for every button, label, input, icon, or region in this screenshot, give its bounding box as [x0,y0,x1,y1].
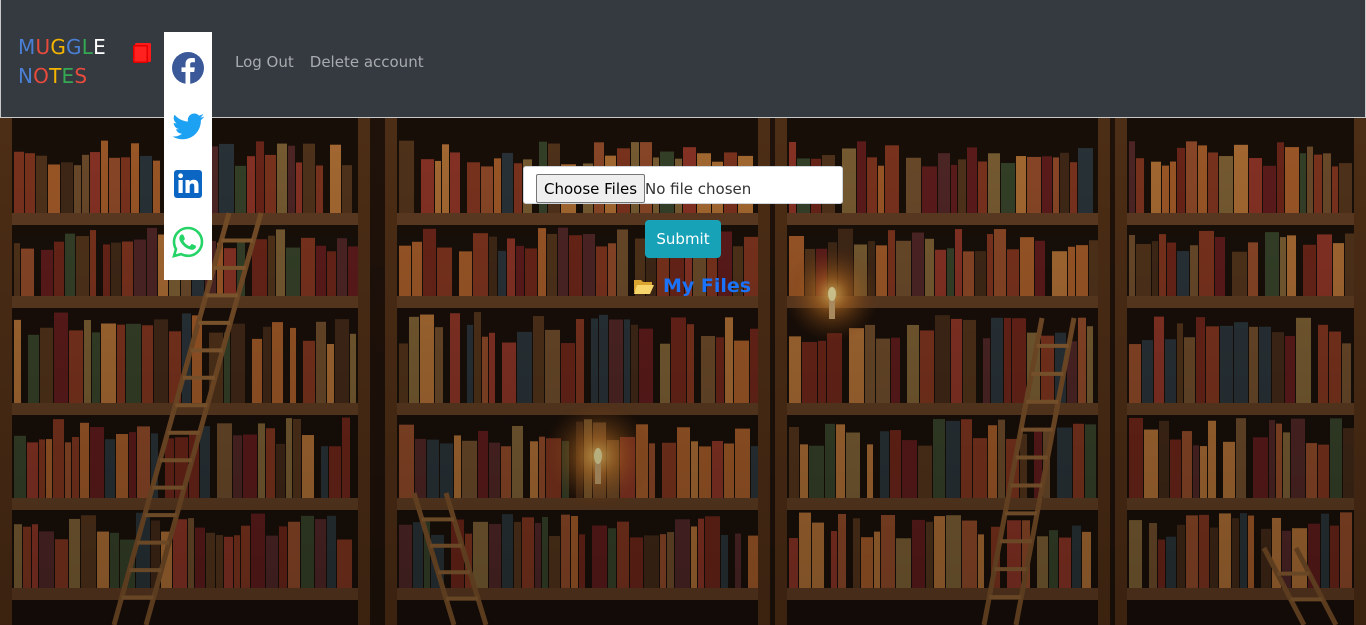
linkedin-icon [174,170,202,198]
brand-notes-letter: O [33,64,50,88]
book-icon [133,43,151,63]
my-files-label: My Files [663,275,752,297]
choose-files-button[interactable]: Choose Files [536,174,646,203]
brand-muggle-letter: G [50,35,67,59]
my-files-link[interactable]: My Files [633,275,751,297]
logout-link[interactable]: Log Out [235,53,294,71]
whatsapp-icon [172,226,204,258]
brand-muggle-letter: L [81,35,94,59]
brand-logo[interactable]: MUGGLE NOTES [18,33,106,91]
brand-muggle-letter: U [35,35,51,59]
open-folder-icon [634,280,654,294]
brand-notes-letter: S [74,64,88,88]
brand-line-1: MUGGLE [18,33,106,62]
facebook-share-button[interactable] [171,51,205,85]
brand-notes-letter: T [49,64,62,88]
brand-muggle-letter: M [18,35,36,59]
delete-account-link[interactable]: Delete account [310,53,424,71]
brand-notes-letter: N [18,64,34,88]
submit-button[interactable]: Submit [645,220,721,258]
whatsapp-share-button[interactable] [171,225,205,259]
brand-muggle-letter: G [66,35,82,59]
social-share-bar [164,32,212,280]
nav-links: Log Out Delete account [235,53,424,71]
file-status-text: No file chosen [645,180,752,198]
brand-notes-letter: E [61,64,75,88]
twitter-share-button[interactable] [171,109,205,143]
brand-line-2: NOTES [18,62,106,91]
facebook-icon [172,52,204,84]
twitter-icon [172,113,205,140]
brand-muggle-letter: E [93,35,106,59]
linkedin-share-button[interactable] [171,167,205,201]
file-upload-field[interactable]: Choose Files No file chosen [523,166,843,204]
